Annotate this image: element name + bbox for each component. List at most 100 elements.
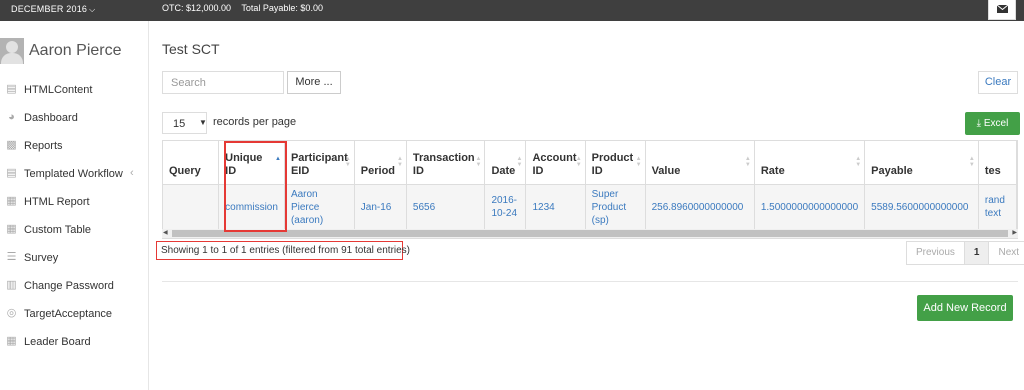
cell-line: rand: [984, 195, 1005, 207]
avatar: [0, 38, 24, 64]
download-icon: ⤓: [976, 118, 982, 129]
document-icon: ▤: [6, 167, 17, 179]
column-header-transaction-id[interactable]: Transaction ID ▲ ▼: [406, 141, 486, 185]
page-size-select[interactable]: 15 ▼: [162, 112, 207, 134]
sort-icon: ▲ ▼: [396, 156, 403, 168]
cell-participant-eid[interactable]: Aaron Pierce (aaron): [284, 184, 355, 230]
column-title: Value: [651, 164, 681, 177]
page-1-button[interactable]: 1: [964, 242, 990, 264]
grid-icon: ▦: [6, 223, 17, 235]
column-header-payable[interactable]: Payable ▲ ▼: [864, 141, 979, 185]
sort-icon: ▲ ▼: [635, 156, 642, 168]
sidebar-item-survey[interactable]: ☰ Survey: [0, 244, 149, 272]
next-page-button[interactable]: Next: [989, 242, 1024, 264]
grid-icon: ▦: [6, 335, 17, 347]
column-header-date[interactable]: Date ▲ ▼: [484, 141, 527, 185]
column-header-period[interactable]: Period ▲ ▼: [354, 141, 407, 185]
more-button[interactable]: More ...: [287, 71, 341, 94]
search-input[interactable]: [162, 71, 284, 94]
period-selector[interactable]: DECEMBER 2016 ⌵: [11, 4, 95, 15]
cell-period[interactable]: Jan-16: [354, 184, 407, 230]
previous-page-button[interactable]: Previous: [907, 242, 965, 264]
user-profile[interactable]: Aaron Pierce: [0, 38, 149, 68]
sidebar-item-custom-table[interactable]: ▦ Custom Table: [0, 216, 149, 244]
cell-line: (sp): [591, 214, 609, 226]
sidebar-item-label: Leader Board: [24, 336, 91, 348]
scrollbar-thumb[interactable]: [172, 230, 1008, 237]
horizontal-scrollbar[interactable]: ◀ ▶: [162, 229, 1018, 238]
sidebar-item-templated-workflow[interactable]: ▤ Templated Workflow ‹: [0, 160, 149, 188]
summary-text: OTC: $12,000.00 Total Payable: $0.00: [162, 3, 331, 13]
cell-account-id[interactable]: 1234: [525, 184, 586, 230]
cell-unique-id[interactable]: commission: [218, 184, 285, 230]
pagination: Previous 1 Next: [906, 241, 1024, 265]
mail-button[interactable]: [988, 0, 1016, 20]
divider: [162, 281, 1018, 282]
sort-icon: ▲ ▼: [344, 156, 351, 168]
records-per-page-label: records per page: [213, 116, 297, 128]
column-title: Query: [169, 164, 201, 177]
column-header-account-id[interactable]: Account ID ▲ ▼: [525, 141, 586, 185]
column-title: Account: [532, 151, 577, 164]
column-title: Period: [360, 164, 396, 177]
target-icon: ◎: [6, 307, 17, 319]
cell-value[interactable]: 256.8960000000000: [645, 184, 755, 230]
cell-date[interactable]: 2016- 10-24: [484, 184, 527, 230]
cell-line: Product: [591, 201, 627, 213]
sidebar-nav: ▤ HTMLContent ◕ Dashboard ▩ Reports ▤ Te…: [0, 76, 149, 356]
add-new-record-button[interactable]: Add New Record: [917, 295, 1013, 321]
column-title: Date: [491, 164, 516, 177]
column-header-value[interactable]: Value ▲ ▼: [645, 141, 755, 185]
column-title: Transaction: [412, 151, 475, 164]
column-title: tes: [984, 164, 1001, 177]
column-header-query[interactable]: Query: [163, 141, 220, 185]
sort-icon: ▲ ▼: [575, 156, 582, 168]
column-header-product-id[interactable]: Product ID ▲ ▼: [585, 141, 646, 185]
column-title: Rate: [760, 164, 785, 177]
sidebar-item-label: Dashboard: [24, 112, 78, 124]
sidebar-item-label: Templated Workflow: [24, 168, 123, 180]
column-title: Unique: [225, 151, 263, 164]
sidebar-item-html-report[interactable]: ▦ HTML Report: [0, 188, 149, 216]
scroll-right-icon[interactable]: ▶: [1012, 229, 1017, 238]
sort-asc-icon: ▲: [274, 156, 281, 162]
column-header-rate[interactable]: Rate ▲ ▼: [754, 141, 866, 185]
sidebar-item-label: TargetAcceptance: [24, 308, 113, 320]
bar-chart-icon: ▩: [6, 139, 17, 151]
cell-payable[interactable]: 5589.5600000000000: [864, 184, 979, 230]
excel-label: Excel: [983, 118, 1009, 129]
cell-line: text: [984, 208, 1001, 220]
caret-down-icon: ▼: [199, 118, 207, 127]
column-header-participant-eid[interactable]: Participant EID ▲ ▼: [284, 141, 355, 185]
sidebar-item-dashboard[interactable]: ◕ Dashboard: [0, 104, 149, 132]
sidebar-item-change-password[interactable]: ▥ Change Password: [0, 272, 149, 300]
cell-line: (aaron): [290, 214, 324, 226]
lock-icon: ▥: [6, 279, 17, 291]
sidebar-item-targetacceptance[interactable]: ◎ TargetAcceptance: [0, 300, 149, 328]
cell-tes[interactable]: rand text: [978, 184, 1017, 230]
sidebar-item-label: Reports: [24, 140, 63, 152]
period-label: DECEMBER 2016: [11, 4, 88, 14]
column-header-unique-id[interactable]: Unique ID ▲: [218, 141, 285, 185]
page-size-value: 15: [173, 118, 186, 130]
column-header-tes[interactable]: tes: [978, 141, 1017, 185]
table-row[interactable]: commission Aaron Pierce (aaron) Jan-16 56…: [163, 184, 1017, 230]
top-bar: DECEMBER 2016 ⌵ OTC: $12,000.00 Total Pay…: [0, 0, 1024, 21]
sort-icon: ▲ ▼: [475, 156, 482, 168]
cell-transaction-id[interactable]: 5656: [406, 184, 486, 230]
sidebar-item-htmlcontent[interactable]: ▤ HTMLContent: [0, 76, 149, 104]
page-title: Test SCT: [162, 41, 220, 57]
sidebar-item-label: Survey: [24, 252, 59, 264]
cell-rate[interactable]: 1.5000000000000000: [754, 184, 866, 230]
excel-export-button[interactable]: ⤓ Excel: [965, 112, 1020, 135]
chevron-left-icon: ‹: [130, 167, 134, 179]
sidebar-item-reports[interactable]: ▩ Reports: [0, 132, 149, 160]
sidebar-item-leader-board[interactable]: ▦ Leader Board: [0, 328, 149, 356]
list-icon: ☰: [6, 251, 17, 263]
scroll-left-icon[interactable]: ◀: [163, 229, 168, 238]
cell-line: 2016-: [491, 195, 518, 207]
cell-line: 10-24: [491, 208, 518, 220]
cell-product-id[interactable]: Super Product (sp): [585, 184, 646, 230]
grid-icon: ▦: [6, 195, 17, 207]
clear-button[interactable]: Clear: [978, 71, 1018, 94]
